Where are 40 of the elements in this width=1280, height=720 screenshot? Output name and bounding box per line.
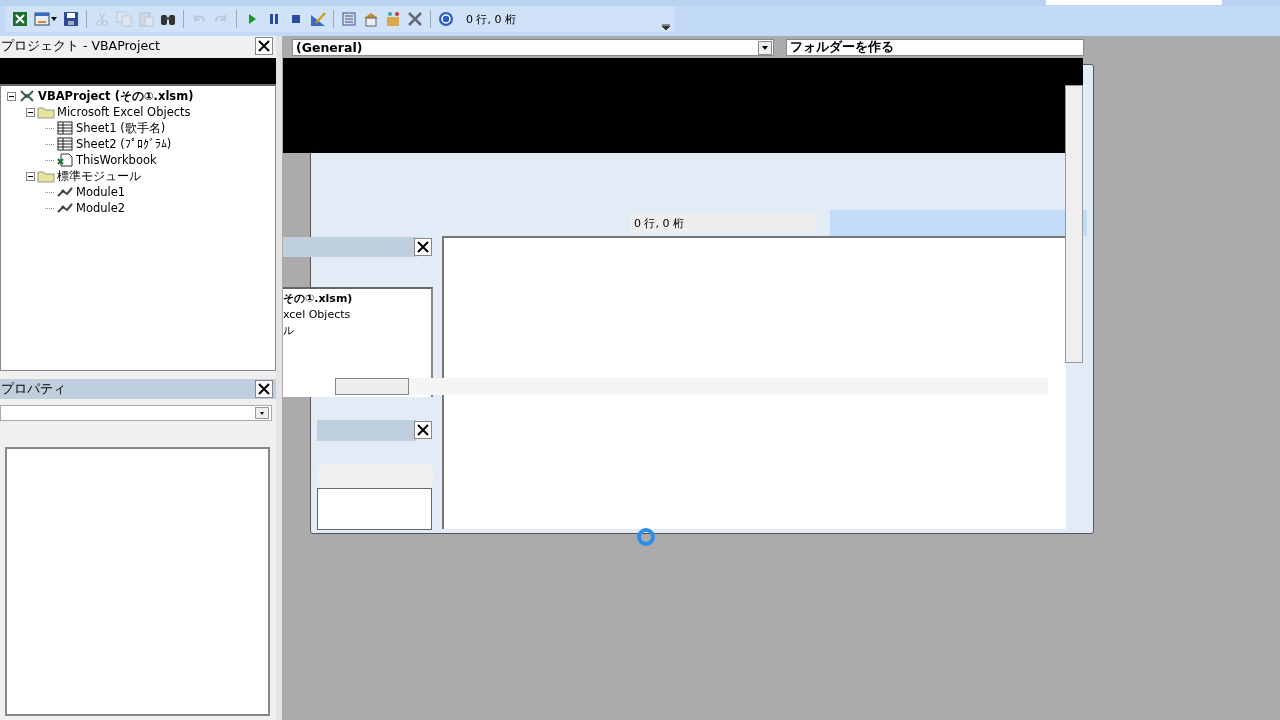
design-icon[interactable] [310, 11, 326, 27]
object-combo[interactable]: (General) [292, 39, 774, 56]
busy-cursor-icon [636, 527, 656, 547]
module-icon [56, 185, 74, 199]
tree-item[interactable]: その①.xlsm) [283, 291, 431, 307]
tree-item[interactable]: ThisWorkbook [76, 153, 157, 167]
userform-icon[interactable] [34, 11, 50, 27]
tree-item[interactable]: 標準モジュール [57, 168, 141, 184]
collapse-icon[interactable] [26, 107, 35, 117]
tree-item[interactable]: Module2 [76, 201, 126, 215]
caret-icon[interactable] [51, 17, 57, 21]
tree-item[interactable]: Module1 [76, 185, 126, 199]
tree-item[interactable]: VBAProject (その①.xlsm) [38, 88, 194, 104]
horizontal-scrollbar[interactable] [335, 378, 1048, 395]
vertical-scrollbar[interactable] [1065, 85, 1083, 363]
tree-item[interactable]: xcel Objects [283, 307, 431, 323]
save-icon[interactable] [63, 11, 79, 27]
sheet-icon [56, 121, 74, 135]
folder-icon [37, 169, 55, 183]
panel-title: プロパティ [1, 380, 66, 398]
folder-icon [37, 105, 55, 119]
sheet-icon [56, 137, 74, 151]
workbook-icon [56, 153, 74, 167]
help-icon[interactable] [438, 11, 454, 27]
cursor-position: 0 行, 0 桁 [466, 11, 517, 27]
collapse-icon[interactable] [7, 91, 16, 101]
toolbar-options-icon[interactable] [662, 24, 670, 30]
procedure-combo[interactable]: フォルダーを作る [786, 39, 1084, 56]
tree-item[interactable]: Microsoft Excel Objects [57, 105, 191, 119]
scroll-thumb[interactable] [335, 378, 409, 395]
panel-title: プロジェクト - VBAProject [1, 37, 160, 55]
module-icon [56, 201, 74, 215]
excel-icon[interactable] [12, 11, 28, 27]
status-field: 0 行, 0 桁 [630, 214, 816, 233]
collapse-icon[interactable] [26, 171, 35, 181]
tree-item[interactable]: Sheet2 (ﾌﾟﾛｸﾞﾗﾑ) [76, 137, 172, 151]
project-icon [18, 89, 36, 103]
tree-item[interactable]: Sheet1 (歌手名) [76, 120, 166, 136]
properties-icon[interactable] [363, 11, 379, 27]
tree-item[interactable]: ル [283, 323, 431, 339]
